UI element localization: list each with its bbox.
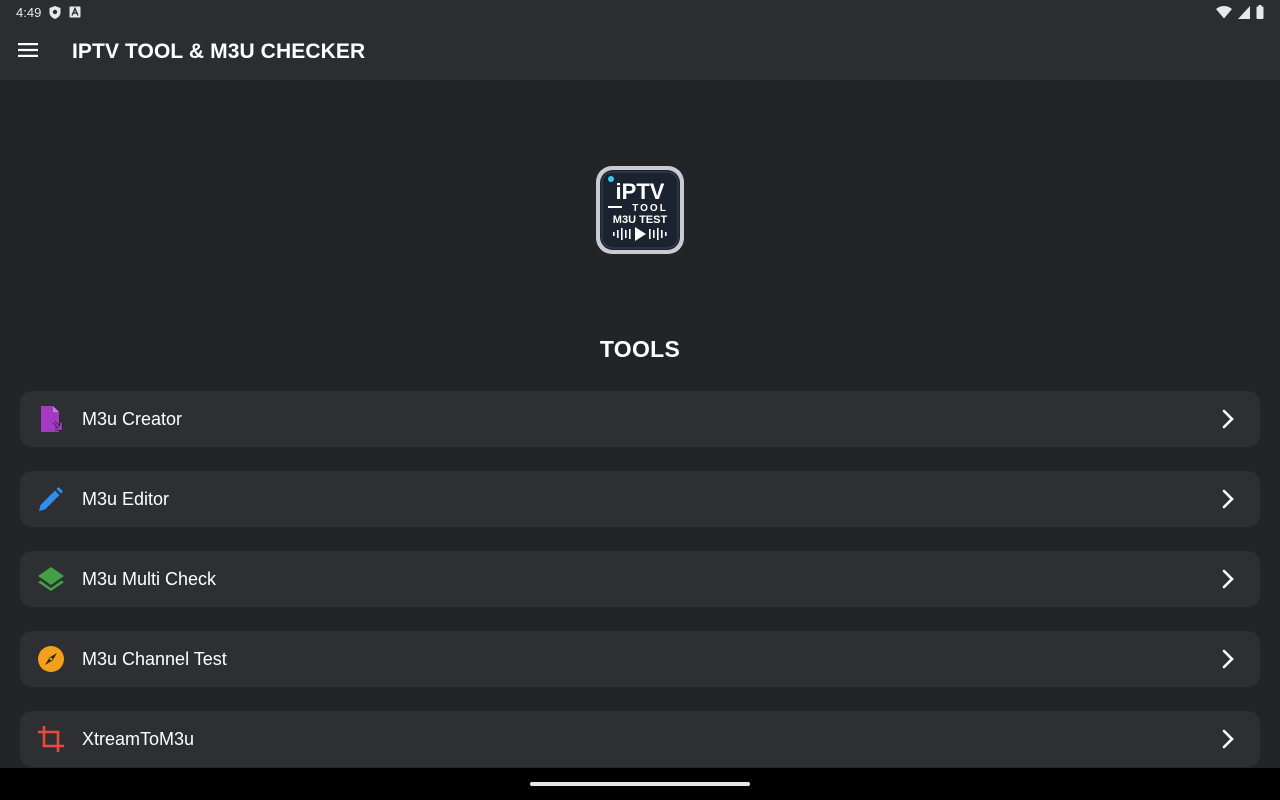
- app-logo: iPTV TOOL M3U TEST: [594, 164, 686, 256]
- tool-item-m3u-editor[interactable]: M3u Editor: [20, 471, 1260, 527]
- pencil-icon: [38, 486, 64, 512]
- tool-label: M3u Multi Check: [82, 568, 217, 589]
- section-title: TOOLS: [599, 336, 681, 362]
- tool-item-xtream-to-m3u[interactable]: XtreamToM3u: [20, 711, 1260, 767]
- crop-icon: [38, 726, 64, 752]
- chevron-right-icon: [1222, 729, 1234, 749]
- shield-icon: [49, 5, 61, 19]
- menu-button[interactable]: [0, 24, 56, 80]
- tool-item-m3u-channel-test[interactable]: M3u Channel Test: [20, 631, 1260, 687]
- a-notification-icon: [69, 6, 81, 18]
- app-screen: 4:49 IPTV TOOL & M3U CHECKER iPTV TOOL M…: [0, 0, 1280, 800]
- chevron-right-icon: [1222, 489, 1234, 509]
- chevron-right-icon: [1222, 649, 1234, 669]
- svg-text:iPTV: iPTV: [616, 179, 665, 204]
- layers-icon: [38, 566, 64, 592]
- wifi-icon: [1216, 5, 1232, 19]
- home-gesture-handle[interactable]: [530, 782, 750, 786]
- status-time: 4:49: [16, 4, 42, 20]
- tool-label: XtreamToM3u: [82, 728, 195, 749]
- status-bar: 4:49: [0, 0, 1280, 24]
- tool-label: M3u Editor: [82, 488, 170, 509]
- app-title: IPTV TOOL & M3U CHECKER: [72, 40, 366, 63]
- compass-icon: [38, 646, 64, 672]
- menu-icon: [18, 42, 38, 62]
- signal-icon: [1238, 5, 1250, 19]
- tool-item-m3u-creator[interactable]: M3u Creator: [20, 391, 1260, 447]
- tool-label: M3u Channel Test: [82, 648, 227, 669]
- file-import-icon: [38, 406, 64, 432]
- system-nav-bar: [0, 768, 1280, 800]
- tool-label: M3u Creator: [82, 408, 183, 429]
- svg-text:M3U TEST: M3U TEST: [613, 214, 668, 226]
- tool-item-m3u-multi-check[interactable]: M3u Multi Check: [20, 551, 1260, 607]
- chevron-right-icon: [1222, 569, 1234, 589]
- chevron-right-icon: [1222, 409, 1234, 429]
- svg-text:TOOL: TOOL: [632, 203, 668, 214]
- battery-icon: [1256, 5, 1264, 19]
- app-bar: IPTV TOOL & M3U CHECKER: [0, 24, 1280, 80]
